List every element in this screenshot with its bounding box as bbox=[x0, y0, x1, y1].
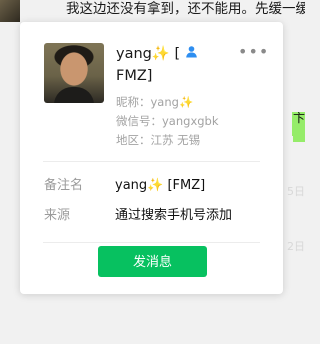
contact-user-icon bbox=[185, 46, 198, 61]
contact-name: yang✨ [ FMZ] bbox=[116, 43, 252, 87]
nickname-row: 昵称：yang✨ bbox=[116, 93, 193, 111]
wechat-id-value: yangxgbk bbox=[162, 114, 219, 128]
remark-value[interactable]: yang✨ [FMZ] bbox=[115, 176, 205, 196]
divider bbox=[43, 161, 260, 162]
user-icon bbox=[185, 46, 197, 58]
remark-label: 备注名 bbox=[44, 178, 84, 193]
contact-name-prefix: yang✨ [ bbox=[116, 46, 181, 62]
source-value: 通过搜索手机号添加 bbox=[115, 208, 233, 223]
divider bbox=[43, 242, 260, 243]
wechat-id-label: 微信号： bbox=[116, 114, 162, 128]
contact-name-suffix: FMZ] bbox=[116, 68, 153, 84]
send-message-button[interactable]: 发消息 bbox=[98, 246, 207, 277]
chat-bubble-tail bbox=[293, 134, 305, 142]
chat-timestamp: 2日 bbox=[287, 240, 305, 253]
region-row: 地区：江苏 无锡 bbox=[116, 131, 200, 149]
chat-bubble-fragment: 卞， bbox=[292, 112, 305, 136]
nickname-label: 昵称： bbox=[116, 95, 151, 109]
chat-timestamp: 5日 bbox=[287, 185, 305, 198]
region-value: 江苏 无锡 bbox=[150, 133, 201, 147]
source-label: 来源 bbox=[44, 208, 71, 223]
more-icon[interactable]: ••• bbox=[238, 42, 269, 61]
chat-message-preview: 我这边还没有拿到，还不能用。先缓一缓 bbox=[66, 1, 305, 17]
contact-avatar[interactable] bbox=[44, 43, 104, 103]
wechat-id-row: 微信号：yangxgbk bbox=[116, 112, 219, 130]
nickname-value: yang✨ bbox=[150, 95, 194, 109]
region-label: 地区： bbox=[116, 133, 151, 147]
chat-avatar[interactable] bbox=[0, 0, 20, 22]
